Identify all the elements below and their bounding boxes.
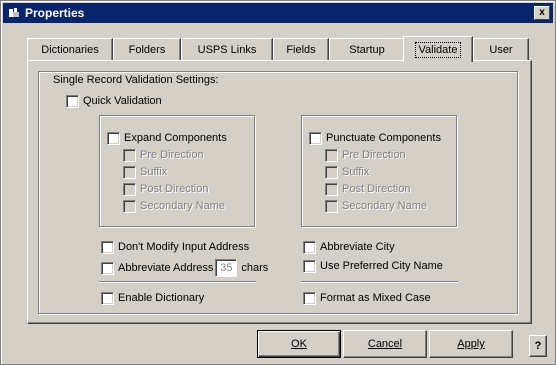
properties-window: Properties x Dictionaries Folders USPS L… bbox=[0, 0, 556, 365]
help-button[interactable]: ? bbox=[529, 335, 547, 357]
mixed-case-checkbox[interactable]: Format as Mixed Case bbox=[303, 291, 431, 305]
punctuate-post-direction-checkbox[interactable]: Post Direction bbox=[325, 182, 410, 196]
abbreviate-city-checkbox[interactable]: Abbreviate City bbox=[303, 240, 395, 254]
expand-secondary-name-label: Secondary Name bbox=[140, 200, 225, 212]
tab-label: USPS Links bbox=[197, 43, 257, 56]
checkbox-box[interactable] bbox=[325, 165, 338, 179]
punctuate-pre-direction-label: Pre Direction bbox=[342, 149, 406, 161]
checkbox-box[interactable] bbox=[123, 148, 136, 162]
enable-dictionary-checkbox[interactable]: Enable Dictionary bbox=[101, 291, 204, 305]
tab-validate[interactable]: Validate bbox=[403, 36, 473, 62]
checkbox-box[interactable] bbox=[303, 291, 316, 305]
separator-left bbox=[99, 281, 256, 283]
checkbox-box[interactable] bbox=[101, 291, 114, 305]
apply-button-label: Apply bbox=[457, 338, 485, 350]
title-bar[interactable]: Properties x bbox=[3, 3, 553, 23]
apply-button[interactable]: Apply bbox=[429, 330, 513, 358]
punctuate-suffix-label: Suffix bbox=[342, 166, 370, 178]
punctuate-components-label: Punctuate Components bbox=[326, 132, 441, 144]
checkbox-box[interactable] bbox=[309, 131, 322, 145]
tab-label: Fields bbox=[286, 43, 316, 56]
separator-right bbox=[301, 281, 458, 283]
abbreviate-chars-field[interactable]: 35 bbox=[215, 259, 238, 277]
tab-label: Startup bbox=[349, 43, 385, 56]
tab-label: Validate bbox=[414, 41, 462, 58]
checkbox-box[interactable] bbox=[303, 240, 316, 254]
expand-post-direction-checkbox[interactable]: Post Direction bbox=[123, 182, 208, 196]
window-title: Properties bbox=[25, 6, 85, 20]
checkbox-box[interactable] bbox=[325, 148, 338, 162]
checkbox-box[interactable] bbox=[101, 240, 114, 254]
checkbox-box[interactable] bbox=[101, 261, 114, 275]
punctuate-components-checkbox[interactable]: Punctuate Components bbox=[309, 131, 441, 145]
checkbox-box[interactable] bbox=[325, 182, 338, 196]
cancel-button-label: Cancel bbox=[367, 338, 403, 350]
ok-button-label: OK bbox=[291, 338, 307, 350]
expand-suffix-checkbox[interactable]: Suffix bbox=[123, 165, 167, 179]
checkbox-box[interactable] bbox=[123, 182, 136, 196]
dont-modify-input-label: Don't Modify Input Address bbox=[118, 241, 250, 253]
quick-validation-label: Quick Validation bbox=[83, 95, 162, 107]
tab-label: User bbox=[489, 43, 513, 56]
close-icon: x bbox=[539, 7, 545, 18]
checkbox-box[interactable] bbox=[303, 259, 316, 273]
mixed-case-label: Format as Mixed Case bbox=[320, 292, 431, 304]
groupbox-label: Single Record Validation Settings: bbox=[51, 74, 221, 86]
expand-suffix-label: Suffix bbox=[140, 166, 168, 178]
abbreviate-city-label: Abbreviate City bbox=[320, 241, 395, 253]
expand-post-direction-label: Post Direction bbox=[140, 183, 209, 195]
cancel-button[interactable]: Cancel bbox=[343, 330, 427, 358]
expand-pre-direction-checkbox[interactable]: Pre Direction bbox=[123, 148, 204, 162]
quick-validation-checkbox[interactable]: Quick Validation bbox=[66, 94, 162, 108]
abbreviate-address-checkbox[interactable]: Abbreviate Address 35 chars bbox=[101, 259, 268, 277]
tab-dictionaries[interactable]: Dictionaries bbox=[27, 38, 113, 60]
checkbox-box[interactable] bbox=[123, 165, 136, 179]
checkbox-box[interactable] bbox=[66, 94, 79, 108]
tab-fields[interactable]: Fields bbox=[273, 38, 329, 60]
abbreviate-address-label: Abbreviate Address bbox=[118, 262, 214, 274]
ok-button[interactable]: OK bbox=[257, 330, 341, 358]
preferred-city-checkbox[interactable]: Use Preferred City Name bbox=[303, 259, 443, 273]
expand-components-checkbox[interactable]: Expand Components bbox=[107, 131, 227, 145]
preferred-city-label: Use Preferred City Name bbox=[320, 260, 443, 272]
tab-label: Folders bbox=[128, 43, 166, 56]
punctuate-post-direction-label: Post Direction bbox=[342, 183, 411, 195]
expand-pre-direction-label: Pre Direction bbox=[140, 149, 204, 161]
punctuate-pre-direction-checkbox[interactable]: Pre Direction bbox=[325, 148, 406, 162]
help-icon: ? bbox=[534, 340, 542, 352]
chars-unit-label: chars bbox=[241, 262, 269, 274]
checkbox-box[interactable] bbox=[107, 131, 120, 145]
tab-label: Dictionaries bbox=[41, 43, 99, 56]
tab-startup[interactable]: Startup bbox=[329, 38, 405, 60]
expand-components-label: Expand Components bbox=[124, 132, 227, 144]
close-button[interactable]: x bbox=[534, 6, 550, 20]
tab-usps-links[interactable]: USPS Links bbox=[181, 38, 273, 60]
checkbox-box[interactable] bbox=[325, 199, 338, 213]
punctuate-suffix-checkbox[interactable]: Suffix bbox=[325, 165, 369, 179]
punctuate-secondary-name-checkbox[interactable]: Secondary Name bbox=[325, 199, 427, 213]
enable-dictionary-label: Enable Dictionary bbox=[118, 292, 205, 304]
punctuate-secondary-name-label: Secondary Name bbox=[342, 200, 427, 212]
app-icon bbox=[7, 6, 21, 20]
dont-modify-input-checkbox[interactable]: Don't Modify Input Address bbox=[101, 240, 249, 254]
checkbox-box[interactable] bbox=[123, 199, 136, 213]
tab-user[interactable]: User bbox=[473, 38, 529, 60]
tab-folders[interactable]: Folders bbox=[113, 38, 181, 60]
expand-secondary-name-checkbox[interactable]: Secondary Name bbox=[123, 199, 225, 213]
